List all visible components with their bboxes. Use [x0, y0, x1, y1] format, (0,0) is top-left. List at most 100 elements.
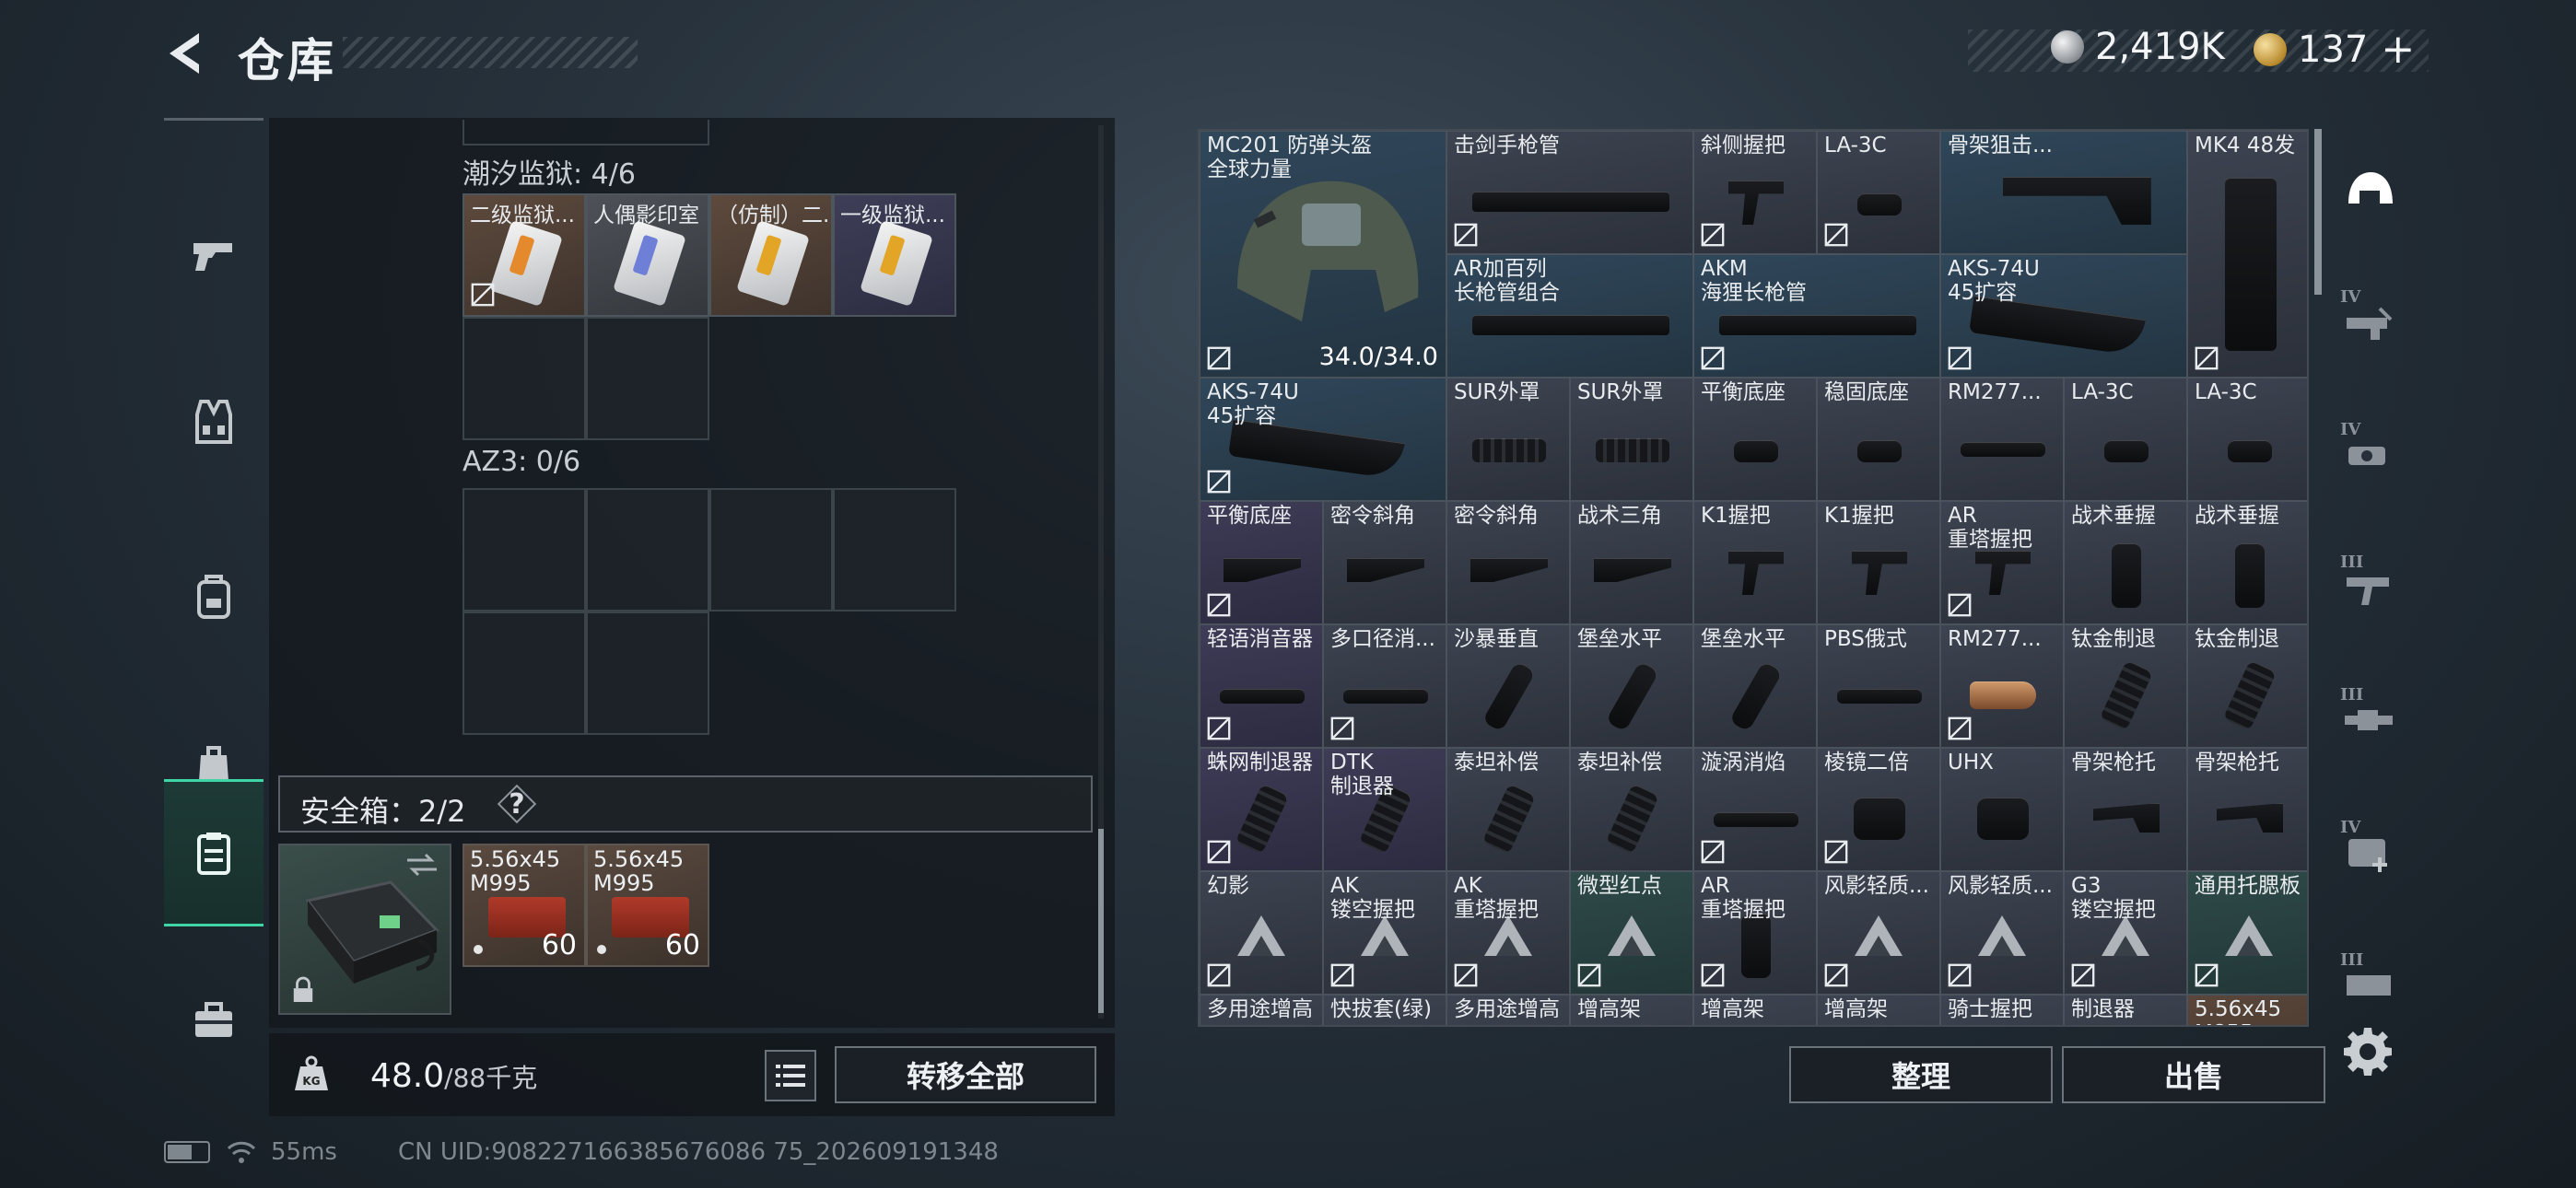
filter-barrel[interactable]: III	[2333, 658, 2406, 786]
stash-item[interactable]: AKM 海狸长枪管	[1693, 254, 1940, 378]
stash-item[interactable]: RM277...	[1940, 624, 2064, 748]
settings-gear-icon[interactable]	[2342, 1026, 2394, 1077]
stash-item[interactable]: 骨架枪托	[2187, 748, 2307, 871]
rail-item-backpack[interactable]	[164, 523, 263, 670]
stash-item[interactable]: AK 镂空握把	[1323, 871, 1446, 995]
stash-item[interactable]: UHX	[1940, 748, 2064, 871]
filter-grip[interactable]: III	[2333, 525, 2406, 654]
sort-button[interactable]: 整理	[1789, 1046, 2053, 1103]
empty-slot[interactable]	[463, 317, 586, 440]
keycard-item[interactable]: 人偶影印室（仿制）...	[586, 193, 709, 317]
stash-item[interactable]: 5.56x45 M855	[2187, 995, 2307, 1025]
stash-item[interactable]: 风影轻质...	[1940, 871, 2064, 995]
filter-medkit[interactable]: IV	[2333, 790, 2406, 919]
keycard-item[interactable]: 二级监狱...	[463, 193, 586, 317]
swap-icon[interactable]	[404, 851, 440, 879]
rail-item-weapon[interactable]	[164, 182, 263, 330]
empty-slot[interactable]	[463, 488, 586, 611]
stash-item[interactable]: 堡垒水平	[1570, 624, 1693, 748]
stash-item[interactable]: 斜侧握把	[1693, 131, 1817, 254]
stash-item[interactable]: AR 重塔握把	[1940, 501, 2064, 624]
stash-item[interactable]: 战术三角	[1570, 501, 1693, 624]
stash-item[interactable]: 骑士握把	[1940, 995, 2064, 1025]
stash-item[interactable]: AKS-74U 45扩容	[1940, 254, 2187, 378]
stash-item[interactable]: 微型红点	[1570, 871, 1693, 995]
rail-item-vest[interactable]	[164, 348, 263, 495]
stash-item[interactable]: 通用托腮板	[2187, 871, 2307, 995]
stash-item[interactable]: 击剑手枪管	[1446, 131, 1693, 254]
stash-item[interactable]: LA-3C	[2064, 378, 2187, 501]
stash-item[interactable]: 制退器	[2064, 995, 2187, 1025]
stash-item[interactable]: 蛛网制退器	[1200, 748, 1323, 871]
stash-item[interactable]: 密令斜角	[1323, 501, 1446, 624]
keycard-item[interactable]: 一级监狱...	[833, 193, 956, 317]
list-view-button[interactable]	[765, 1050, 816, 1101]
stash-item[interactable]: 幻影	[1200, 871, 1323, 995]
stash-item[interactable]: 战术垂握	[2187, 501, 2307, 624]
empty-slot[interactable]	[586, 488, 709, 611]
stash-item[interactable]: G3 镂空握把	[2064, 871, 2187, 995]
stash-item[interactable]: 风影轻质...	[1817, 871, 1940, 995]
stash-item[interactable]: PBS俄式	[1817, 624, 1940, 748]
stash-item[interactable]: SUR外罩	[1570, 378, 1693, 501]
container-scrollbar[interactable]	[1098, 829, 1104, 1013]
stash-item[interactable]: AK 重塔握把	[1446, 871, 1570, 995]
filter-weapon-attachment[interactable]: IV	[2333, 260, 2406, 389]
rail-item-toolbox[interactable]	[164, 947, 263, 1094]
stash-item[interactable]: K1握把	[1693, 501, 1817, 624]
stash-item[interactable]: AKS-74U 45扩容	[1200, 378, 1446, 501]
rail-item-safe-case[interactable]	[164, 779, 263, 926]
stash-item[interactable]: LA-3C	[2187, 378, 2307, 501]
empty-slot[interactable]	[463, 611, 586, 735]
sell-button[interactable]: 出售	[2062, 1046, 2325, 1103]
stash-item[interactable]: 堡垒水平	[1693, 624, 1817, 748]
stash-item[interactable]: 平衡底座	[1693, 378, 1817, 501]
safe-ammo-item[interactable]: 5.56x45 M995 60	[463, 844, 586, 967]
stash-item[interactable]: 漩涡消焰	[1693, 748, 1817, 871]
stash-item[interactable]: 增高架	[1693, 995, 1817, 1025]
stash-item[interactable]: 多用途增高	[1200, 995, 1323, 1025]
empty-slot[interactable]	[709, 488, 833, 611]
empty-slot[interactable]	[586, 317, 709, 440]
keycard-item[interactable]: （仿制）二...	[709, 193, 833, 317]
stash-item[interactable]: 棱镜二倍	[1817, 748, 1940, 871]
stash-item[interactable]: MC201 防弹头盔 全球力量 34.0/34.0	[1200, 131, 1446, 378]
stash-item[interactable]: 增高架	[1570, 995, 1693, 1025]
stash-item[interactable]: 泰坦补偿	[1446, 748, 1570, 871]
stash-item[interactable]: 多口径消...	[1323, 624, 1446, 748]
empty-slot[interactable]	[833, 488, 956, 611]
add-currency-button[interactable]: +	[2381, 26, 2415, 73]
stash-item[interactable]: 稳固底座	[1817, 378, 1940, 501]
stash-item[interactable]: 快拔套(绿)	[1323, 995, 1446, 1025]
safe-ammo-item[interactable]: 5.56x45 M995 60	[586, 844, 709, 967]
filter-helmet[interactable]	[2333, 127, 2406, 256]
stash-item[interactable]: 平衡底座	[1200, 501, 1323, 624]
stash-item[interactable]: AR加百列 长枪管组合	[1446, 254, 1693, 378]
empty-slot[interactable]	[586, 611, 709, 735]
stash-item[interactable]: 轻语消音器	[1200, 624, 1323, 748]
stash-item[interactable]: LA-3C	[1817, 131, 1940, 254]
stash-item[interactable]: 泰坦补偿	[1570, 748, 1693, 871]
stash-item[interactable]: 钛金制退	[2187, 624, 2307, 748]
filter-scope[interactable]: IV	[2333, 392, 2406, 521]
transfer-all-button[interactable]: 转移全部	[835, 1046, 1096, 1103]
help-button[interactable]: ?	[496, 783, 538, 825]
stash-item[interactable]: 钛金制退	[2064, 624, 2187, 748]
back-button[interactable]	[158, 26, 214, 81]
stash-item[interactable]: 骨架狙击...	[1940, 131, 2187, 254]
gold-currency[interactable]: 137 +	[2254, 26, 2415, 73]
stash-item[interactable]: 沙暴垂直	[1446, 624, 1570, 748]
stash-item[interactable]: AR 重塔握把	[1693, 871, 1817, 995]
stash-scrollbar[interactable]	[2314, 129, 2322, 295]
stash-item[interactable]: MK4 48发	[2187, 131, 2307, 378]
stash-item[interactable]: K1握把	[1817, 501, 1940, 624]
stash-item[interactable]: DTK 制退器	[1323, 748, 1446, 871]
stash-item[interactable]: 增高架	[1817, 995, 1940, 1025]
stash-item[interactable]: 战术垂握	[2064, 501, 2187, 624]
safe-box-case[interactable]	[278, 844, 451, 1015]
stash-item[interactable]: RM277...	[1940, 378, 2064, 501]
stash-item[interactable]: 多用途增高	[1446, 995, 1570, 1025]
stash-item[interactable]: SUR外罩	[1446, 378, 1570, 501]
stash-item[interactable]: 密令斜角	[1446, 501, 1570, 624]
stash-item[interactable]: 骨架枪托	[2064, 748, 2187, 871]
